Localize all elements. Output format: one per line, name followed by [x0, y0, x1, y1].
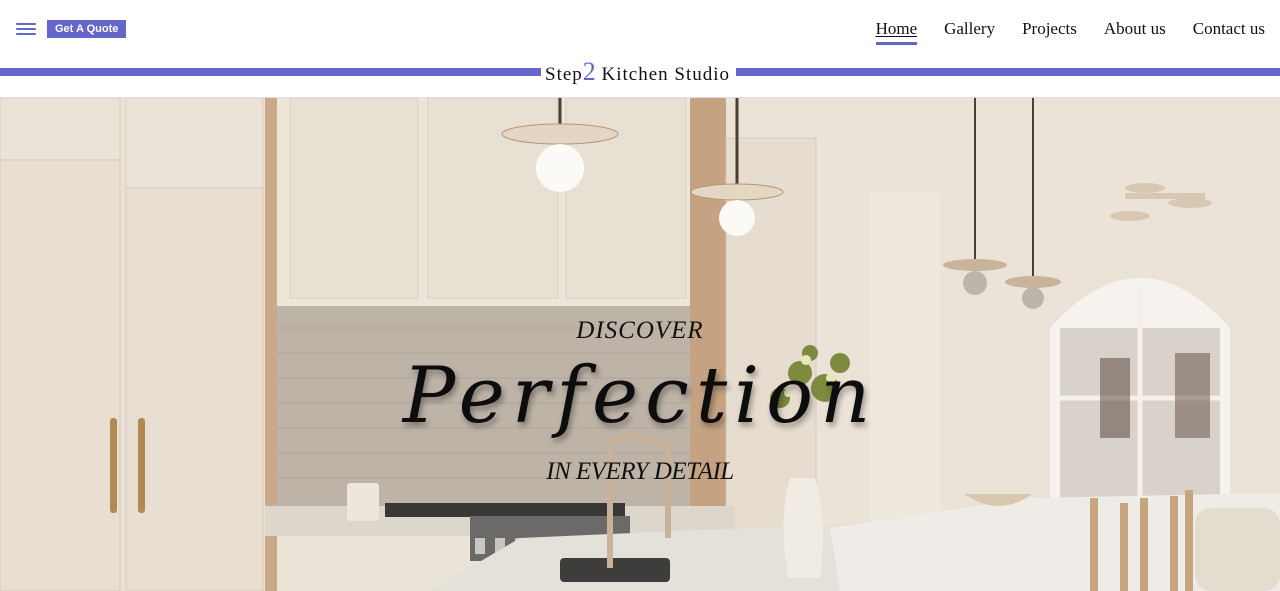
nav-gallery[interactable]: Gallery	[944, 18, 995, 40]
nav-about-us[interactable]: About us	[1104, 18, 1166, 40]
hero-banner: DISCOVER Perfection IN EVERY DETAIL	[0, 98, 1280, 591]
nav-home[interactable]: Home	[875, 18, 917, 45]
main-nav: Home Gallery Projects About us Contact u…	[875, 18, 1265, 45]
nav-projects[interactable]: Projects	[1022, 18, 1077, 40]
hamburger-menu-icon[interactable]	[16, 21, 36, 37]
brand-number: 2	[582, 57, 596, 86]
brand-divider-right	[736, 68, 1280, 76]
brand-prefix: Step	[545, 64, 583, 85]
nav-contact-us[interactable]: Contact us	[1193, 18, 1265, 40]
brand-suffix: Kitchen Studio	[595, 64, 731, 85]
brand-band: Step2 Kitchen Studio	[0, 57, 1280, 98]
brand-divider-left	[0, 68, 541, 76]
get-a-quote-button[interactable]: Get A Quote	[47, 20, 127, 38]
top-header: Get A Quote Home Gallery Projects About …	[0, 0, 1280, 62]
kitchen-interior-photo	[0, 98, 1280, 591]
site-logo[interactable]: Step2 Kitchen Studio	[545, 54, 730, 93]
